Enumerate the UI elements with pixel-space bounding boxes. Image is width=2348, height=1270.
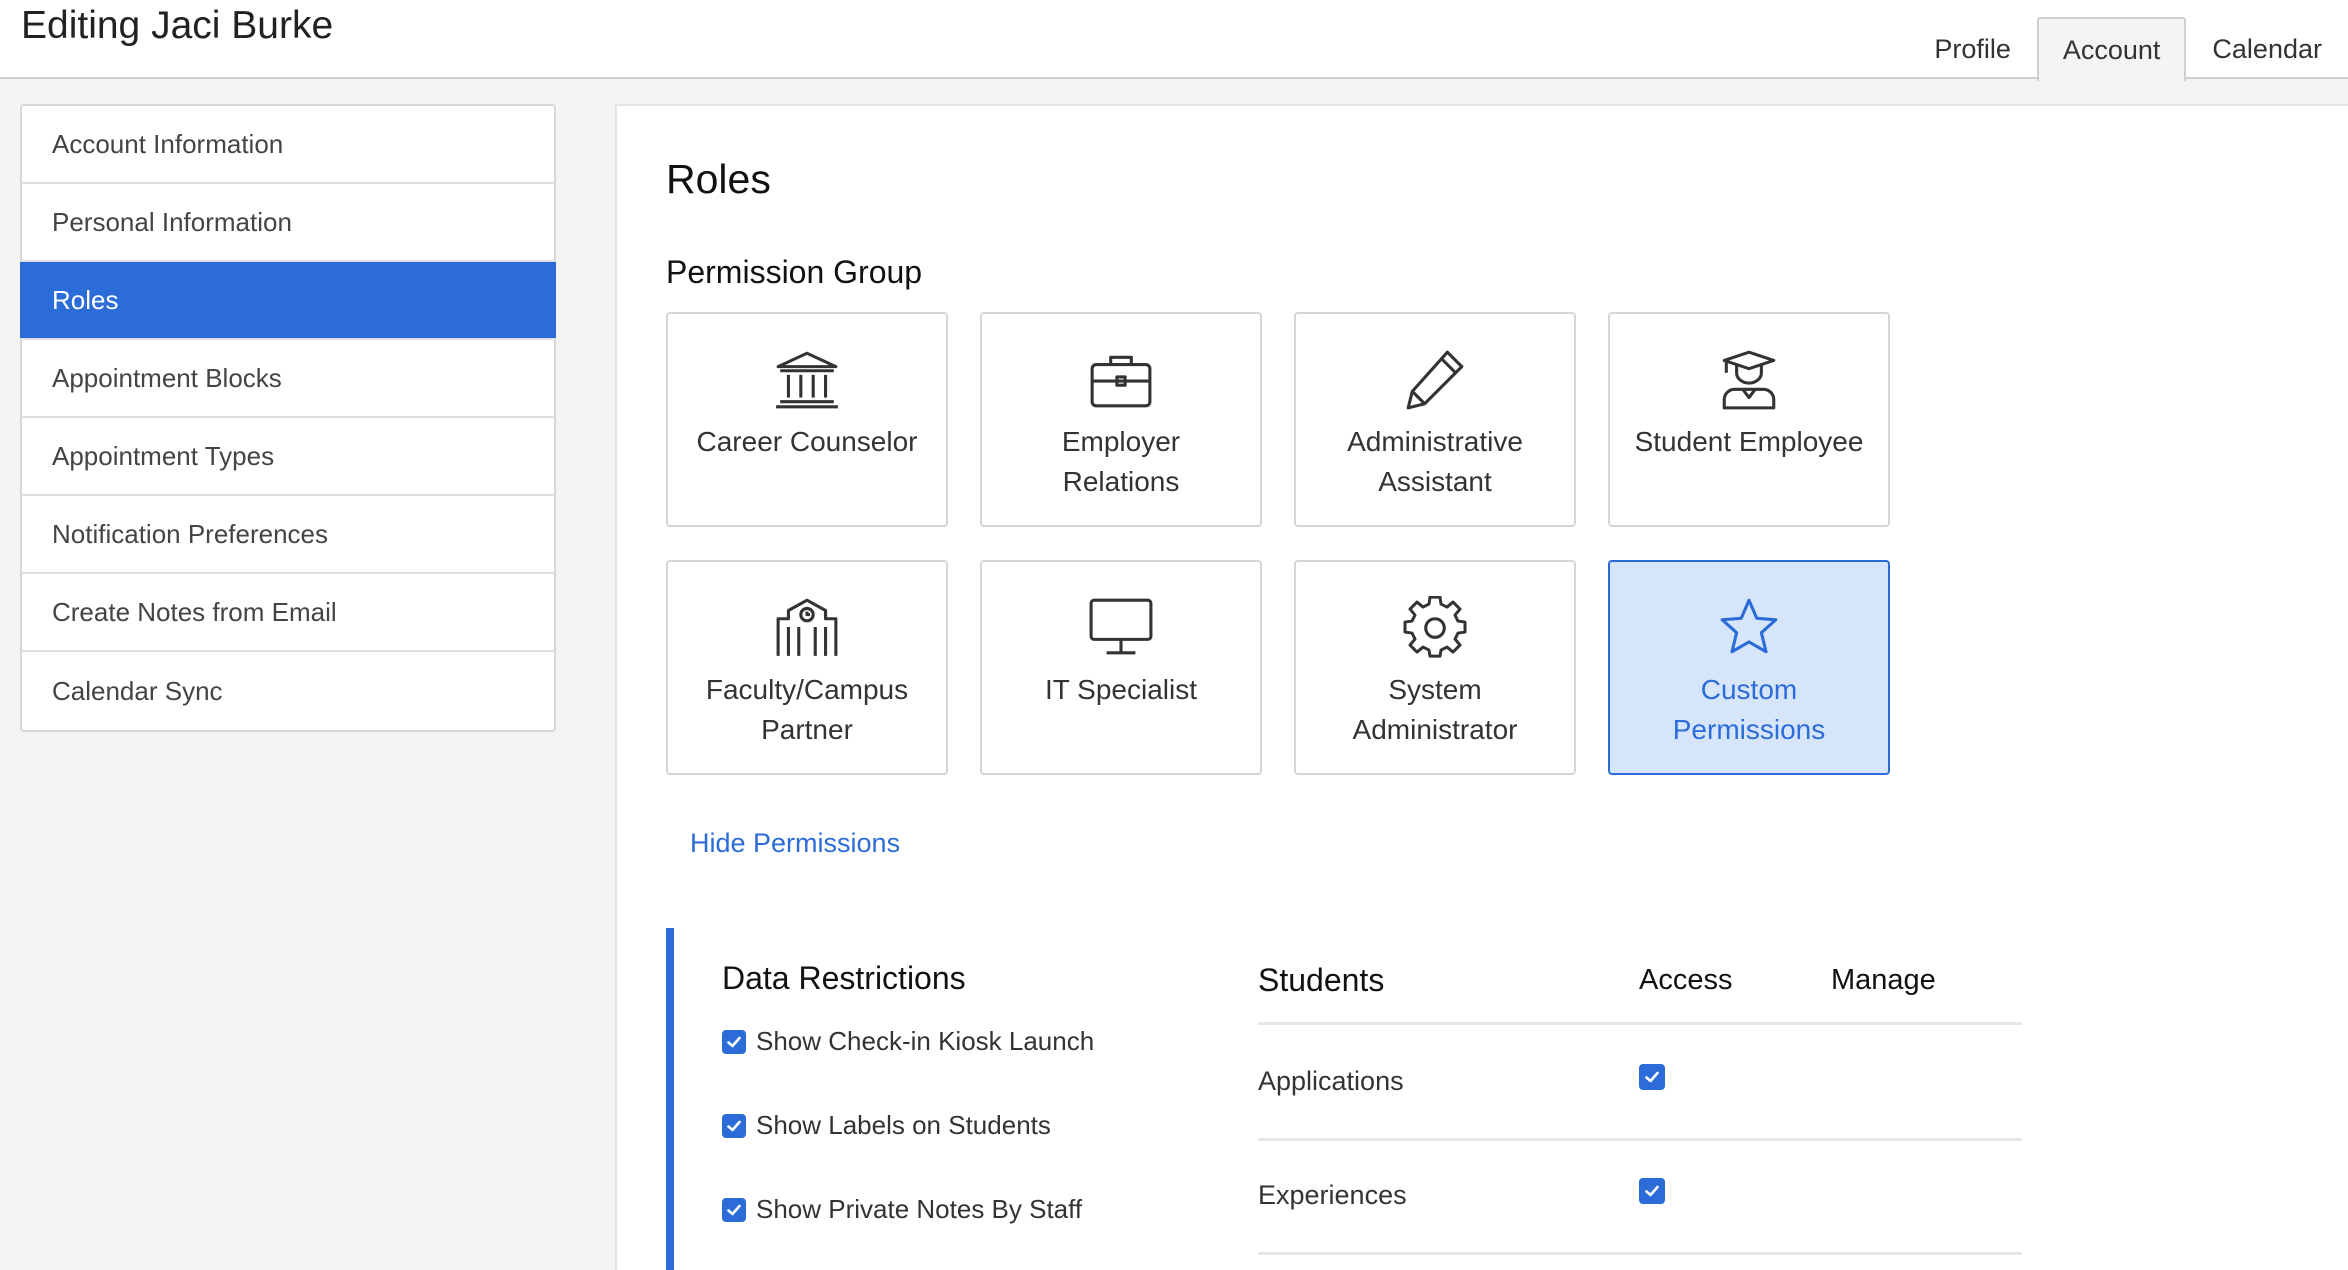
page-title: Editing Jaci Burke bbox=[21, 4, 334, 47]
check-show-kiosk-launch: Show Check-in Kiosk Launch bbox=[722, 1026, 1094, 1057]
sidebar-item-roles[interactable]: Roles bbox=[20, 262, 556, 340]
checkbox-label: Show Private Notes By Staff bbox=[756, 1194, 1083, 1224]
card-label: Faculty/Campus Partner bbox=[705, 674, 909, 745]
briefcase-icon bbox=[1090, 355, 1152, 408]
top-header: Editing Jaci Burke Profile Account Calen… bbox=[0, 0, 2348, 81]
check-show-labels-on-students: Show Labels on Students bbox=[722, 1110, 1051, 1141]
checkmark-icon bbox=[1645, 1071, 1659, 1083]
checkmark-icon bbox=[727, 1120, 741, 1131]
row-label-experiences: Experiences bbox=[1258, 1180, 1407, 1210]
sidebar-item-notification-preferences[interactable]: Notification Preferences bbox=[22, 496, 554, 574]
column-header-manage: Manage bbox=[1831, 964, 1936, 996]
card-label: IT Specialist bbox=[1045, 674, 1197, 705]
sidebar-item-personal-information[interactable]: Personal Information bbox=[22, 184, 554, 262]
card-label: Student Employee bbox=[1634, 426, 1864, 457]
card-faculty-campus-partner[interactable]: Faculty/Campus Partner bbox=[666, 560, 948, 775]
campus-building-icon bbox=[776, 598, 838, 656]
tab-bar: Profile Account Calendar bbox=[1908, 17, 2348, 81]
bank-icon bbox=[776, 351, 838, 409]
card-label: Administrative Assistant bbox=[1347, 426, 1523, 497]
checkbox-label: Show Labels on Students bbox=[756, 1110, 1051, 1140]
card-label: Career Counselor bbox=[696, 426, 918, 457]
checkbox-label: Show Check-in Kiosk Launch bbox=[756, 1026, 1095, 1056]
divider bbox=[1258, 1252, 2022, 1255]
monitor-icon bbox=[1089, 598, 1153, 655]
star-icon bbox=[1720, 598, 1778, 654]
data-restrictions-title: Data Restrictions bbox=[722, 960, 966, 996]
checkbox[interactable] bbox=[722, 1197, 746, 1222]
sidebar-nav: Account Information Personal Information… bbox=[20, 104, 556, 732]
hide-permissions-link[interactable]: Hide Permissions bbox=[690, 828, 900, 859]
divider bbox=[1258, 1138, 2022, 1141]
card-label: Employer Relations bbox=[1061, 426, 1181, 497]
card-it-specialist[interactable]: IT Specialist bbox=[980, 560, 1262, 775]
section-title: Roles bbox=[666, 156, 771, 202]
divider bbox=[1258, 1022, 2022, 1025]
tab-account[interactable]: Account bbox=[2036, 17, 2187, 81]
checkbox[interactable] bbox=[722, 1029, 746, 1054]
sidebar-item-appointment-blocks[interactable]: Appointment Blocks bbox=[22, 340, 554, 418]
permissions-accent-bar bbox=[666, 928, 674, 1270]
applications-access-checkbox[interactable] bbox=[1639, 1064, 1665, 1090]
sidebar-item-appointment-types[interactable]: Appointment Types bbox=[22, 418, 554, 496]
row-label-applications: Applications bbox=[1258, 1066, 1404, 1096]
check-show-private-notes: Show Private Notes By Staff bbox=[722, 1194, 1082, 1225]
sidebar-item-create-notes-from-email[interactable]: Create Notes from Email bbox=[22, 574, 554, 652]
checkbox[interactable] bbox=[722, 1113, 746, 1138]
card-label: Custom Permissions bbox=[1672, 674, 1826, 745]
graduate-icon bbox=[1722, 350, 1776, 410]
main-panel: Roles Permission Group Career Counselor bbox=[615, 104, 2348, 1270]
tab-profile[interactable]: Profile bbox=[1908, 17, 2037, 79]
sidebar-item-calendar-sync[interactable]: Calendar Sync bbox=[22, 652, 554, 730]
permission-group-title: Permission Group bbox=[666, 254, 923, 290]
experiences-access-checkbox[interactable] bbox=[1639, 1178, 1665, 1204]
card-administrative-assistant[interactable]: Administrative Assistant bbox=[1294, 312, 1576, 527]
card-label: System Administrator bbox=[1352, 674, 1518, 745]
card-employer-relations[interactable]: Employer Relations bbox=[980, 312, 1262, 527]
card-career-counselor[interactable]: Career Counselor bbox=[666, 312, 948, 527]
pencil-icon bbox=[1406, 350, 1464, 410]
card-custom-permissions[interactable]: Custom Permissions bbox=[1608, 560, 1890, 775]
tab-calendar[interactable]: Calendar bbox=[2186, 17, 2348, 79]
sidebar-item-account-information[interactable]: Account Information bbox=[22, 106, 554, 184]
card-system-administrator[interactable]: System Administrator bbox=[1294, 560, 1576, 775]
students-title: Students bbox=[1258, 962, 1385, 998]
checkmark-icon bbox=[727, 1204, 741, 1215]
checkmark-icon bbox=[727, 1036, 741, 1047]
column-header-access: Access bbox=[1639, 964, 1733, 996]
gear-icon bbox=[1403, 596, 1467, 658]
checkmark-icon bbox=[1645, 1185, 1659, 1197]
card-student-employee[interactable]: Student Employee bbox=[1608, 312, 1890, 527]
